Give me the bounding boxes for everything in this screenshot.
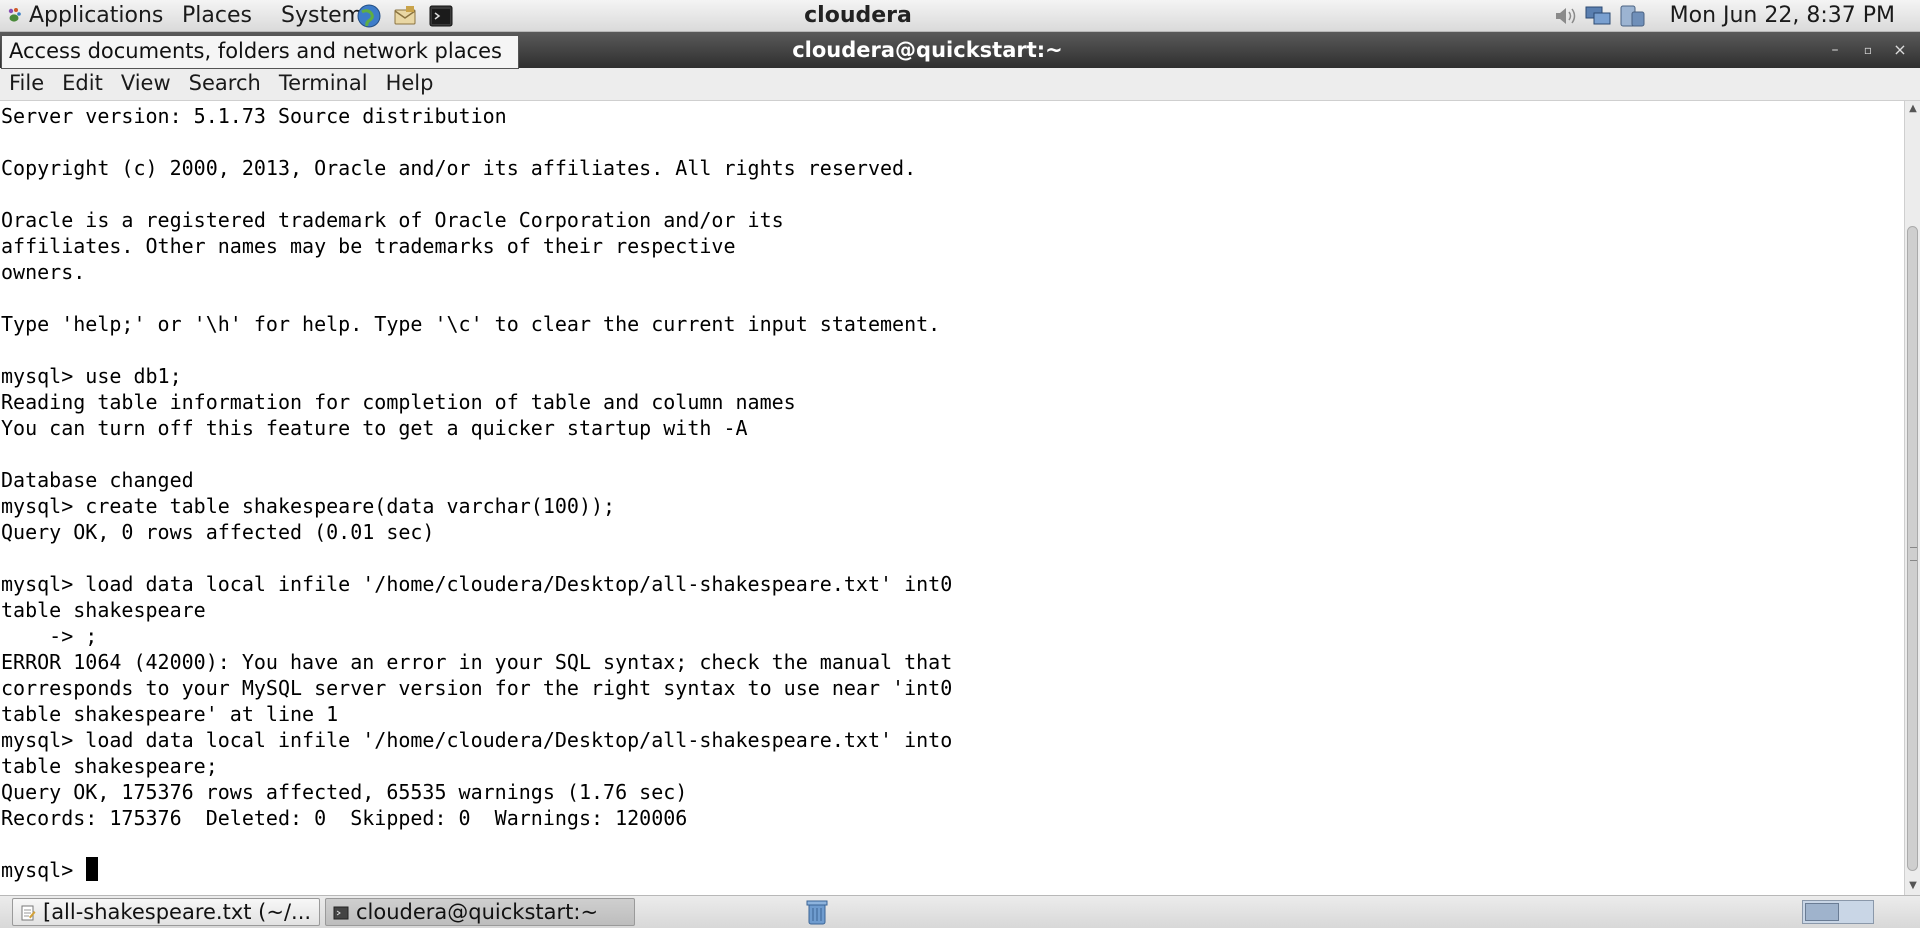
text-cursor	[86, 857, 99, 881]
menu-view[interactable]: View	[112, 68, 180, 100]
taskbar-item-label: cloudera@quickstart:~	[356, 900, 599, 924]
terminal-line: mysql> create table shakespeare(data var…	[1, 494, 616, 518]
maximize-icon[interactable]: ▫	[1858, 40, 1878, 60]
terminal-line: Query OK, 0 rows affected (0.01 sec)	[1, 520, 435, 544]
terminal-line: mysql> load data local infile '/home/clo…	[1, 572, 953, 596]
terminal-menubar: File Edit View Search Terminal Help	[0, 68, 1920, 101]
terminal-line: affiliates. Other names may be trademark…	[1, 234, 736, 258]
panel-title: cloudera	[804, 3, 912, 28]
terminal-line: mysql> use db1;	[1, 364, 182, 388]
terminal-line: corresponds to your MySQL server version…	[1, 676, 953, 700]
terminal-line: -> ;	[1, 624, 98, 648]
grip-icon	[1910, 547, 1917, 561]
taskbar-item-terminal[interactable]: cloudera@quickstart:~	[325, 898, 635, 926]
terminal-scrollbar[interactable]: ▲ ▼	[1904, 101, 1920, 895]
panel-clock[interactable]: Mon Jun 22, 8:37 PM	[1670, 3, 1895, 29]
terminal-line: mysql> load data local infile '/home/clo…	[1, 728, 953, 752]
terminal-text: Server version: 5.1.73 Source distributi…	[1, 103, 952, 883]
workspace-switcher[interactable]	[1802, 900, 1874, 924]
terminal-line: Database changed	[1, 468, 194, 492]
text-editor-icon	[21, 905, 36, 921]
bottom-taskbar: [all-shakespeare.txt (~/... cloudera@qui…	[0, 895, 1920, 928]
terminal-line: Type 'help;' or '\h' for help. Type '\c'…	[1, 312, 941, 336]
mysql-prompt: mysql>	[1, 858, 86, 882]
terminal-line: ERROR 1064 (42000): You have an error in…	[1, 650, 953, 674]
scroll-down-arrow-icon[interactable]: ▼	[1907, 879, 1919, 893]
terminal-line: You can turn off this feature to get a q…	[1, 416, 748, 440]
terminal-line: Records: 175376 Deleted: 0 Skipped: 0 Wa…	[1, 806, 688, 830]
terminal-line: table shakespeare' at line 1	[1, 702, 339, 726]
menu-terminal[interactable]: Terminal	[270, 68, 377, 100]
minimize-icon[interactable]: –	[1825, 40, 1845, 60]
terminal-output[interactable]: Server version: 5.1.73 Source distributi…	[0, 101, 1904, 895]
taskbar-item-editor[interactable]: [all-shakespeare.txt (~/...	[12, 898, 320, 926]
trash-icon[interactable]	[802, 898, 832, 926]
places-tooltip: Access documents, folders and network pl…	[1, 35, 519, 69]
workspace-1[interactable]	[1805, 903, 1839, 921]
prompt-line[interactable]: mysql>	[1, 857, 952, 883]
terminal-line: Reading table information for completion…	[1, 390, 796, 414]
network-icon[interactable]	[1584, 3, 1612, 29]
close-icon[interactable]: ×	[1890, 40, 1910, 60]
terminal-line: Query OK, 175376 rows affected, 65535 wa…	[1, 780, 688, 804]
scroll-up-arrow-icon[interactable]: ▲	[1907, 102, 1919, 116]
scrollbar-thumb[interactable]	[1907, 226, 1918, 871]
top-panel: Applications Places System cloudera Mon …	[0, 0, 1920, 32]
terminal-line: owners.	[1, 260, 86, 284]
terminal-line: Copyright (c) 2000, 2013, Oracle and/or …	[1, 156, 917, 180]
network-manager-icon[interactable]	[1618, 3, 1646, 29]
volume-icon[interactable]	[1550, 3, 1578, 29]
terminal-icon	[333, 906, 349, 920]
terminal-line: table shakespeare	[1, 598, 206, 622]
taskbar-item-label: [all-shakespeare.txt (~/...	[43, 900, 312, 924]
terminal-line: Server version: 5.1.73 Source distributi…	[1, 104, 507, 128]
menu-help[interactable]: Help	[377, 68, 443, 100]
terminal-line: Oracle is a registered trademark of Orac…	[1, 208, 784, 232]
terminal-line: table shakespeare;	[1, 754, 218, 778]
menu-search[interactable]: Search	[180, 68, 270, 100]
menu-edit[interactable]: Edit	[53, 68, 112, 100]
menu-file[interactable]: File	[0, 68, 53, 100]
